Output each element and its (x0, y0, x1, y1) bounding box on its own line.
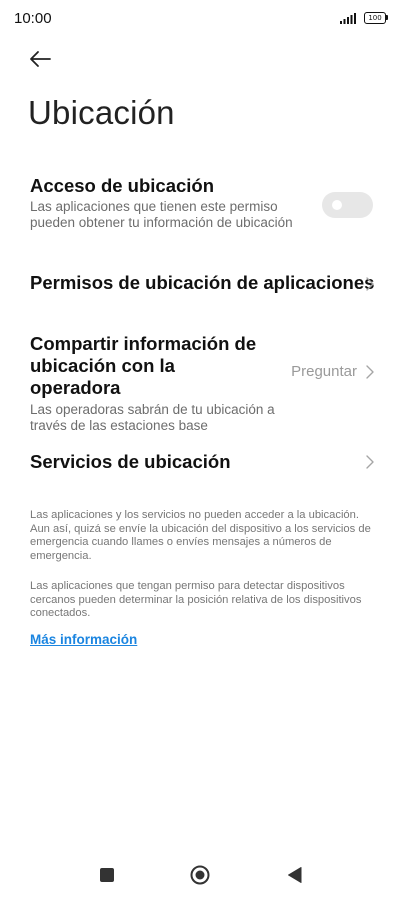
location-disclaimer: Las aplicaciones y los servicios no pued… (30, 509, 371, 562)
carrier-location-sharing-subtitle: Las operadoras sabrán de tu ubicación a … (30, 402, 275, 433)
nearby-devices-note: Las aplicaciones que tengan permiso para… (30, 580, 362, 619)
nav-back-button[interactable] (287, 866, 303, 884)
carrier-location-sharing-row[interactable]: Compartir información de ubicación con l… (30, 333, 375, 433)
battery-icon: 100 (364, 12, 388, 24)
chevron-right-icon (366, 365, 374, 379)
chevron-right-icon (366, 277, 374, 291)
recents-button[interactable] (100, 868, 114, 882)
location-access-title: Acceso de ubicación (30, 175, 215, 196)
battery-level: 100 (364, 12, 386, 24)
more-info-link[interactable]: Más información (30, 632, 137, 647)
arrow-left-icon (30, 51, 51, 67)
page-title: Ubicación (28, 94, 175, 131)
app-location-permissions-row[interactable]: Permisos de ubicación de aplicaciones (30, 272, 375, 296)
toggle-knob (332, 200, 342, 210)
app-location-permissions-title: Permisos de ubicación de aplicaciones (30, 272, 375, 293)
status-time: 10:00 (14, 10, 52, 27)
carrier-sharing-value: Preguntar (291, 363, 357, 380)
status-bar: 10:00 100 (0, 0, 403, 36)
location-services-title: Servicios de ubicación (30, 451, 231, 472)
signal-icon (340, 13, 356, 24)
back-button[interactable] (24, 44, 56, 74)
home-button[interactable] (190, 865, 210, 885)
chevron-right-icon (366, 455, 374, 469)
carrier-location-sharing-title: Compartir información de ubicación con l… (30, 333, 257, 398)
location-access-row[interactable]: Acceso de ubicación Las aplicaciones que… (30, 175, 303, 231)
location-access-subtitle: Las aplicaciones que tienen este permiso… (30, 199, 293, 230)
location-access-toggle[interactable] (322, 192, 373, 218)
location-services-row[interactable]: Servicios de ubicación (30, 451, 375, 475)
